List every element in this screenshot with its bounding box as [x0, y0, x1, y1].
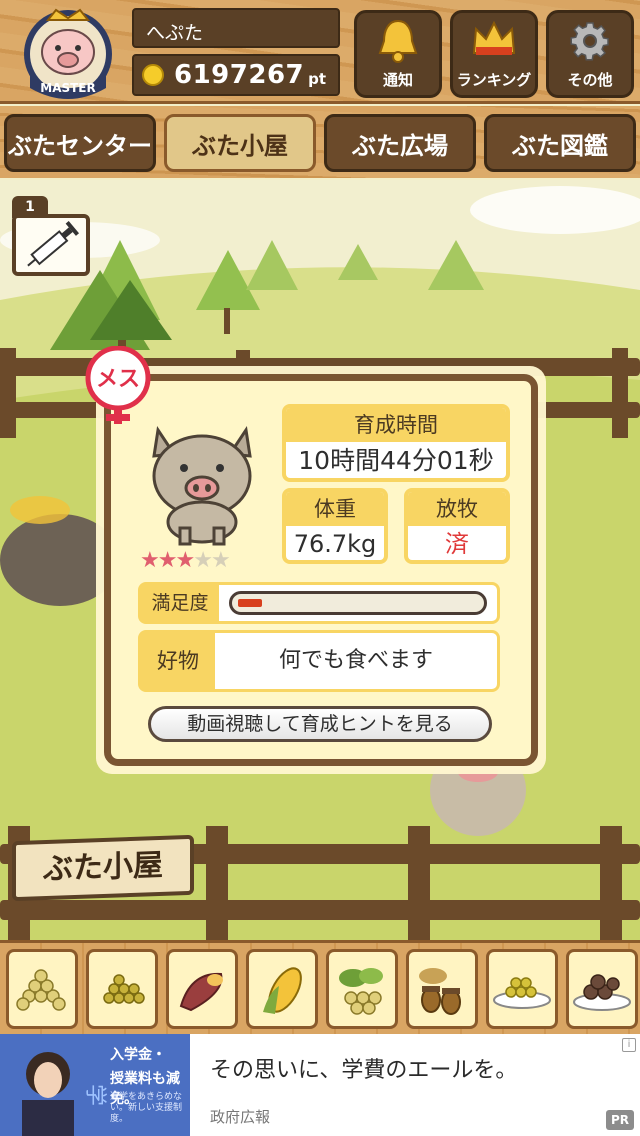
- tab-pig-plaza[interactable]: ぶた広場: [324, 114, 476, 172]
- item-slot[interactable]: 1: [12, 196, 90, 276]
- gear-icon: [570, 22, 609, 61]
- grain-icon: [103, 974, 145, 1004]
- grazing-value: 済: [445, 530, 469, 558]
- ad-sponsor: 政府広報: [210, 1108, 271, 1126]
- star-icon: ★: [175, 548, 195, 573]
- rating-stars: ★★★★★: [140, 548, 231, 573]
- star-icon: ★: [140, 548, 160, 573]
- food-slot-meatballs[interactable]: [566, 949, 638, 1029]
- food-slot-corn[interactable]: [246, 949, 318, 1029]
- weight-label: 体重: [286, 492, 384, 526]
- ad-image-text-1: 入学金・: [110, 1047, 166, 1063]
- svg-text:学: 学: [82, 1084, 107, 1106]
- tab-pig-encyclopedia[interactable]: ぶた図鑑: [484, 114, 636, 172]
- favorite-value: 何でも食べます: [278, 648, 433, 673]
- other-label: その他: [567, 71, 613, 89]
- master-badge-icon[interactable]: MASTER: [10, 6, 128, 102]
- rice-dish-icon: [493, 977, 551, 1009]
- star-icon: ★: [193, 548, 213, 573]
- food-slot-vegetables[interactable]: [326, 949, 398, 1029]
- food-slot-rice-dish[interactable]: [486, 949, 558, 1029]
- soybeans-icon: [16, 969, 66, 1011]
- weight-value: 76.7kg: [293, 530, 377, 558]
- food-slot-acorns[interactable]: [406, 949, 478, 1029]
- ad-banner[interactable]: 学 入学金・ 授業料も減免。 進学をあきらめない。新しい支援制度。 その思いに、…: [0, 1034, 640, 1136]
- points-display: 6197267 pt: [132, 54, 340, 96]
- tab-pig-house[interactable]: ぶた小屋: [164, 114, 316, 172]
- weight-card: 体重 76.7kg: [282, 488, 388, 564]
- header-bar: MASTER へぷた 6197267 pt 通知 ランキング その他: [0, 0, 640, 104]
- food-slot-sweet-potato[interactable]: [166, 949, 238, 1029]
- satisfaction-row: 満足度: [138, 582, 500, 624]
- ad-title[interactable]: その思いに、学費のエールを。: [210, 1052, 517, 1084]
- ad-image[interactable]: 学 入学金・ 授業料も減免。 進学をあきらめない。新しい支援制度。: [0, 1034, 190, 1136]
- satisfaction-bar: [229, 591, 487, 615]
- vegetables-icon: [339, 968, 383, 1015]
- ranking-button[interactable]: ランキング: [450, 10, 538, 98]
- watch-video-hint-button[interactable]: 動画視聴して育成ヒントを見る: [148, 706, 492, 742]
- notification-button[interactable]: 通知: [354, 10, 442, 98]
- acorns-icon: [419, 968, 461, 1015]
- syringe-icon: [27, 220, 80, 267]
- other-button[interactable]: その他: [546, 10, 634, 98]
- growth-time-card: 育成時間 10時間44分01秒: [282, 404, 510, 482]
- gender-label: メス: [96, 367, 140, 392]
- growth-time-value: 10時間44分01秒: [298, 446, 494, 475]
- pig-house-sign: ぶた小屋: [12, 834, 194, 902]
- satisfaction-bar-fill: [238, 599, 262, 607]
- main-tabs: ぶたセンター ぶた小屋 ぶた広場 ぶた図鑑: [0, 106, 640, 178]
- ad-image-text-3: 進学をあきらめない。新しい支援制度。: [110, 1092, 183, 1124]
- player-name: へぷた: [132, 8, 340, 48]
- food-bar: [0, 940, 640, 1034]
- badge-label: MASTER: [40, 81, 96, 95]
- coin-icon: [142, 64, 164, 86]
- notification-label: 通知: [382, 71, 413, 89]
- favorite-food-row: 好物 何でも食べます: [138, 630, 500, 692]
- food-slot-grain[interactable]: [86, 949, 158, 1029]
- corn-icon: [263, 967, 302, 1014]
- points-value: 6197267: [174, 60, 305, 90]
- favorite-label: 好物: [141, 633, 215, 689]
- star-icon: ★: [157, 548, 178, 573]
- item-frame: [12, 214, 90, 276]
- meatballs-icon: [573, 974, 631, 1011]
- food-slot-soybeans[interactable]: [6, 949, 78, 1029]
- ranking-label: ランキング: [456, 71, 532, 89]
- points-unit: pt: [308, 70, 327, 88]
- tab-pig-center[interactable]: ぶたセンター: [4, 114, 156, 172]
- grazing-label: 放牧: [408, 492, 506, 526]
- bell-icon: [378, 19, 418, 63]
- ad-pr-badge: PR: [606, 1110, 634, 1130]
- grazing-card: 放牧 済: [404, 488, 510, 564]
- star-icon: ★: [210, 548, 231, 573]
- ad-info-icon[interactable]: i: [622, 1038, 636, 1052]
- player-info: へぷた 6197267 pt: [132, 8, 340, 96]
- pig-portrait-icon: [140, 410, 264, 546]
- satisfaction-label: 満足度: [141, 585, 219, 621]
- crown-icon: [472, 20, 516, 55]
- growth-time-label: 育成時間: [286, 408, 506, 442]
- sweet-potato-icon: [179, 972, 223, 1012]
